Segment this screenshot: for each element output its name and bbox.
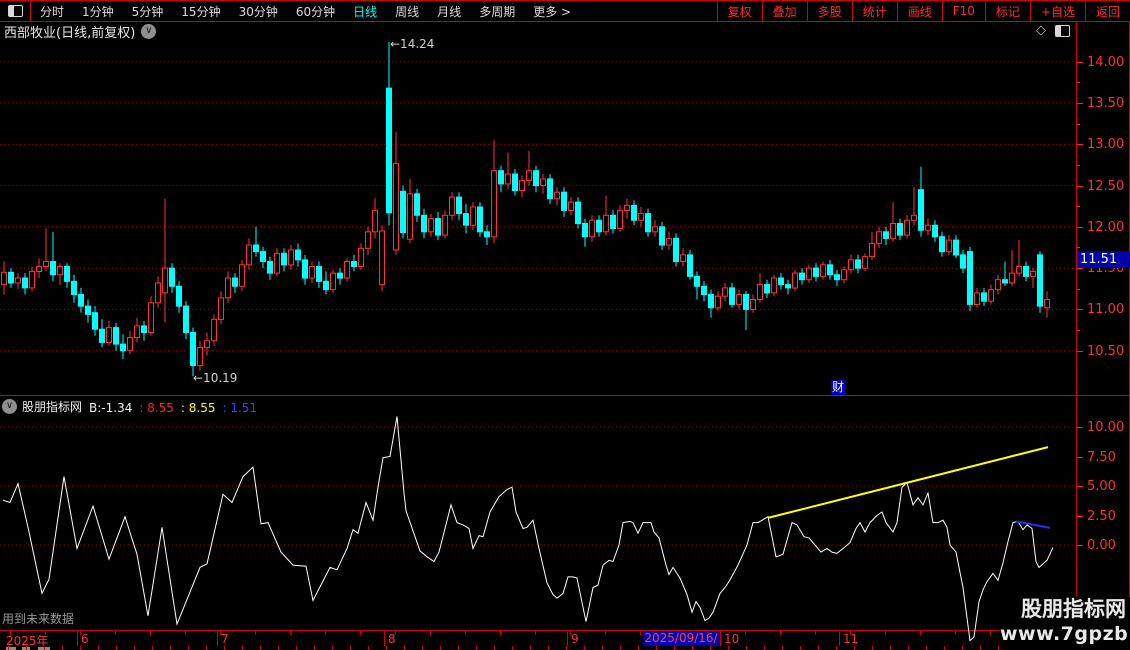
indicator-axis-label: 5.00: [1087, 479, 1116, 494]
diamond-icon[interactable]: ◇: [1036, 24, 1046, 37]
price-axis-label: 13.00: [1087, 137, 1125, 153]
toolbar-item-统计[interactable]: 统计: [851, 1, 897, 21]
menu-item-月线[interactable]: 月线: [428, 3, 470, 20]
menu-item-更多 >[interactable]: 更多 >: [524, 3, 580, 20]
axis-tick: [1077, 350, 1083, 352]
indicator-axis-label: 7.50: [1087, 449, 1116, 465]
axis-tick: [1077, 545, 1083, 546]
indicator-value: : 8.55: [180, 400, 216, 415]
axis-tick: [1077, 268, 1083, 270]
axis-tick: [1077, 515, 1083, 517]
price-axis-label: 13.50: [1087, 95, 1125, 111]
axis-tick: [1077, 144, 1083, 146]
axis-tick: [1077, 102, 1083, 104]
menu-item-15分钟[interactable]: 15分钟: [172, 3, 229, 20]
axis-tick: [1077, 61, 1083, 63]
event-marker-badge[interactable]: 财: [831, 380, 845, 395]
toolbar-item-标记[interactable]: 标记: [984, 1, 1030, 21]
axis-tick: [1077, 486, 1083, 487]
price-axis: 14.00 13.50 13.00 12.50 12.00 11.50 11.00 10.50…: [1076, 20, 1130, 598]
axis-tick: [1077, 330, 1080, 332]
axis-tick: [1077, 164, 1080, 166]
menu-item-分时[interactable]: 分时: [31, 3, 73, 20]
page-title: 西部牧业(日线,前复权): [4, 25, 136, 41]
candlestick-chart[interactable]: [0, 39, 1076, 395]
toolbar-item-多股[interactable]: 多股: [806, 1, 852, 21]
low-price-annotation: ←10.19: [193, 371, 238, 385]
price-axis-label: 14.00: [1087, 54, 1125, 70]
top-menu-bar: 分时 1分钟 5分钟 15分钟 30分钟 60分钟 日线 周线 月线 多周期 更多 > 复权 叠加 多股…: [0, 0, 1130, 22]
axis-tick: [1077, 123, 1080, 125]
layout-toggle-button[interactable]: [0, 1, 31, 21]
site-watermark: 股朋指标网 www.7gpzb.com: [1000, 597, 1130, 650]
chart-title-row: 西部牧业(日线,前复权) ∨: [4, 22, 157, 41]
indicator-axis-label: 10.00: [1087, 420, 1125, 435]
indicator-name[interactable]: 股朋指标网: [22, 398, 82, 415]
chevron-down-icon[interactable]: ∨: [2, 398, 17, 414]
axis-tick: [1077, 288, 1080, 290]
panel-icon[interactable]: [1055, 24, 1070, 37]
toolbar-item-叠加[interactable]: 叠加: [761, 1, 807, 21]
toolbar-item-返回[interactable]: 返回: [1084, 1, 1130, 21]
axis-tick: [1077, 309, 1083, 311]
indicator-axis-label: 2.50: [1087, 508, 1116, 524]
indicator-values: B:-1.34 : 8.55 : 8.55 : 1.51: [82, 397, 257, 416]
chevron-down-icon[interactable]: ∨: [141, 23, 157, 39]
price-axis-label: 12.00: [1087, 219, 1125, 235]
menu-item-5分钟[interactable]: 5分钟: [123, 3, 173, 20]
menu-item-30分钟[interactable]: 30分钟: [230, 3, 287, 20]
axis-tick: [1077, 456, 1083, 458]
toolbar-item-F10[interactable]: F10: [941, 1, 985, 21]
menu-item-多周期[interactable]: 多周期: [470, 3, 524, 20]
last-price-badge: 11.51: [1077, 251, 1130, 268]
indicator-header: ∨ 股朋指标网 B:-1.34 : 8.55 : 8.55 : 1.51: [2, 397, 257, 416]
axis-tick: [1077, 82, 1080, 84]
price-axis-label: 11.00: [1087, 302, 1125, 318]
menu-item-60分钟[interactable]: 60分钟: [287, 3, 344, 20]
period-menu: 分时 1分钟 5分钟 15分钟 30分钟 60分钟 日线 周线 月线 多周期 更多 >: [31, 1, 580, 21]
axis-tick: [1077, 226, 1083, 228]
price-axis-label: 10.50: [1087, 343, 1125, 359]
price-axis-label: 12.50: [1087, 178, 1125, 194]
watermark-url: www.7gpzb.com: [1000, 623, 1130, 645]
axis-tick: [1077, 185, 1083, 187]
axis-tick: [1077, 427, 1083, 428]
high-price-annotation: ←14.24: [390, 37, 435, 51]
indicator-value: : 1.51: [222, 400, 258, 415]
toolbar-item-画线[interactable]: 画线: [896, 1, 942, 21]
title-row-icons: ◇: [1036, 24, 1070, 37]
menu-item-1分钟[interactable]: 1分钟: [73, 3, 123, 20]
toolbar-item-+自选[interactable]: +自选: [1029, 1, 1085, 21]
menu-item-周线[interactable]: 周线: [386, 3, 428, 20]
indicator-value: : 8.55: [139, 400, 174, 415]
indicator-axis-label: 0.00: [1087, 538, 1116, 553]
axis-tick: [1077, 206, 1080, 208]
app-window: 分时 1分钟 5分钟 15分钟 30分钟 60分钟 日线 周线 月线 多周期 更多 > 复权 叠加 多股…: [0, 0, 1130, 650]
indicator-chart[interactable]: [0, 405, 1076, 650]
sidebar-toggle-icon: [7, 5, 23, 17]
axis-tick: [1077, 247, 1080, 249]
toolbar-item-复权[interactable]: 复权: [716, 1, 762, 21]
watermark-name: 股朋指标网: [1021, 597, 1126, 621]
tool-menu: 复权 叠加 多股 统计 画线 F10 标记 +自选 返回: [716, 1, 1130, 21]
indicator-value: B:-1.34: [89, 400, 133, 415]
menu-item-日线[interactable]: 日线: [344, 3, 386, 20]
future-data-warning: 用到未来数据: [2, 612, 75, 626]
